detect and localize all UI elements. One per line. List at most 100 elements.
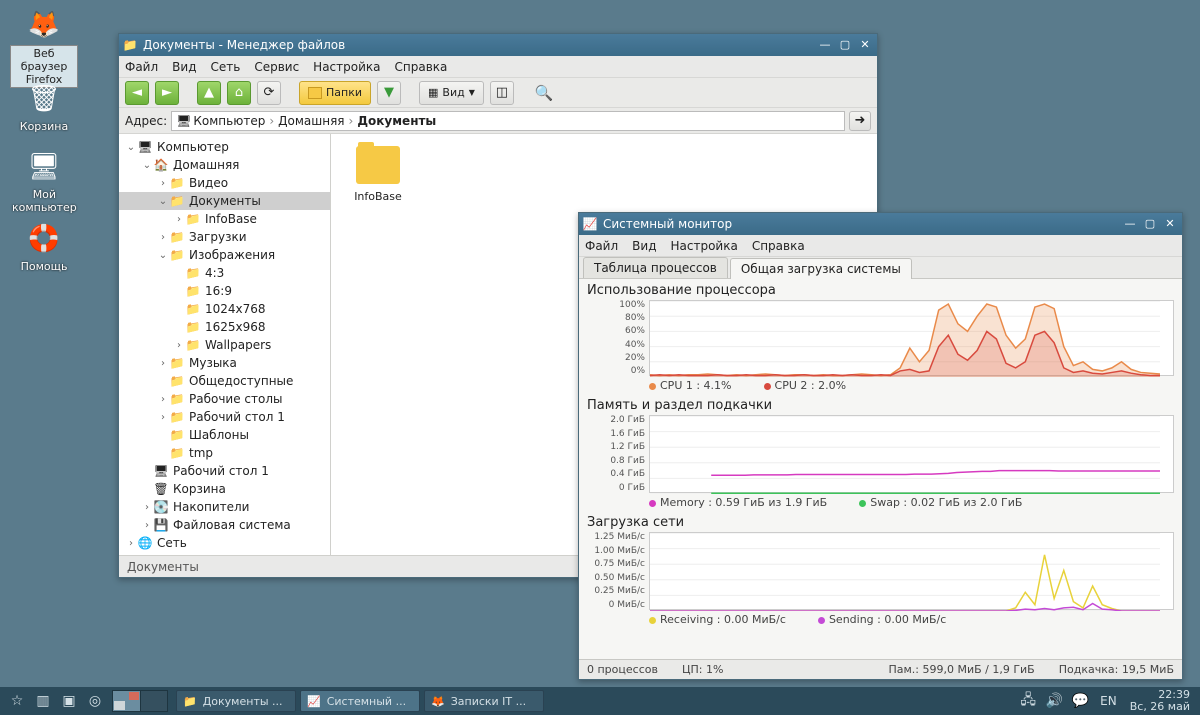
- firefox-icon: 🦊: [27, 8, 61, 42]
- tree-twisty[interactable]: ›: [141, 520, 153, 531]
- menu-Файл[interactable]: Файл: [585, 239, 618, 253]
- tree-twisty[interactable]: ›: [157, 394, 169, 405]
- forward-button[interactable]: ►: [155, 81, 179, 105]
- desktop-icon-firefox[interactable]: 🦊Веб браузерFirefox: [10, 8, 78, 88]
- tree-twisty[interactable]: ›: [141, 502, 153, 513]
- tab-0[interactable]: Таблица процессов: [583, 257, 728, 278]
- tree-item[interactable]: 📁tmp: [119, 444, 330, 462]
- menu-Вид[interactable]: Вид: [632, 239, 656, 253]
- tree-label: Документы: [189, 194, 261, 208]
- keyboard-layout[interactable]: EN: [1093, 690, 1124, 712]
- reload-button[interactable]: ⟳: [257, 81, 281, 105]
- back-button[interactable]: ◄: [125, 81, 149, 105]
- tree-item[interactable]: ›📁Загрузки: [119, 228, 330, 246]
- address-label: Адрес:: [125, 114, 167, 128]
- tree-item[interactable]: ›📁InfoBase: [119, 210, 330, 228]
- folder-icon: 📁: [169, 176, 185, 190]
- app-launcher[interactable]: ◎: [82, 690, 108, 712]
- home-button[interactable]: ⌂: [227, 81, 251, 105]
- status-processes: 0 процессов: [587, 663, 658, 676]
- filter-button[interactable]: ▼: [377, 81, 401, 105]
- tree-item[interactable]: ›💽Накопители: [119, 498, 330, 516]
- clock[interactable]: 22:39 Вс, 26 май: [1124, 689, 1196, 713]
- tree-item[interactable]: 📁Общедоступные: [119, 372, 330, 390]
- minimize-button[interactable]: —: [1122, 217, 1138, 231]
- tree-twisty[interactable]: ›: [173, 340, 185, 351]
- tree-item[interactable]: 📁Шаблоны: [119, 426, 330, 444]
- split-view-button[interactable]: ◫: [490, 81, 514, 105]
- volume-tray-icon[interactable]: 🔊: [1041, 690, 1067, 712]
- tree-twisty[interactable]: ›: [157, 358, 169, 369]
- fm-titlebar[interactable]: 📁 Документы - Менеджер файлов — ▢ ✕: [119, 34, 877, 56]
- close-button[interactable]: ✕: [857, 38, 873, 52]
- folder-item[interactable]: InfoBase: [343, 146, 413, 203]
- tree-item[interactable]: ›📁Рабочий стол 1: [119, 408, 330, 426]
- desktop-icon-help[interactable]: 🛟Помощь: [10, 222, 78, 274]
- task-fm[interactable]: 📁Документы ...: [176, 690, 296, 712]
- menu-Настройка[interactable]: Настройка: [670, 239, 737, 253]
- fm-menubar: Файл Вид Сеть Сервис Настройка Справка: [119, 56, 877, 78]
- tree-item[interactable]: 📁1024x768: [119, 300, 330, 318]
- notification-tray-icon[interactable]: 💬: [1067, 690, 1093, 712]
- menu-Справка[interactable]: Справка: [752, 239, 805, 253]
- tree-item[interactable]: ›📁Видео: [119, 174, 330, 192]
- up-button[interactable]: ▲: [197, 81, 221, 105]
- tree-twisty[interactable]: ⌄: [125, 142, 137, 153]
- legend-entry: CPU 1 : 4.1%: [649, 379, 732, 392]
- menu-Вид[interactable]: Вид: [172, 60, 196, 74]
- maximize-button[interactable]: ▢: [1142, 217, 1158, 231]
- tree-item[interactable]: ⌄🖥Компьютер: [119, 138, 330, 156]
- tree-item[interactable]: ⌄🏠Домашняя: [119, 156, 330, 174]
- menu-Настройка[interactable]: Настройка: [313, 60, 380, 74]
- breadcrumb-1[interactable]: Домашняя: [278, 114, 344, 128]
- tree-item[interactable]: ›💾Файловая система: [119, 516, 330, 534]
- tree-item[interactable]: ›📁Рабочие столы: [119, 390, 330, 408]
- tree-twisty[interactable]: ›: [125, 538, 137, 549]
- tree-twisty[interactable]: ⌄: [157, 196, 169, 207]
- menu-button[interactable]: ☆: [4, 690, 30, 712]
- close-button[interactable]: ✕: [1162, 217, 1178, 231]
- tree-twisty[interactable]: ⌄: [157, 250, 169, 261]
- menu-Справка[interactable]: Справка: [395, 60, 448, 74]
- tree-twisty[interactable]: ›: [157, 178, 169, 189]
- tree-twisty[interactable]: ›: [157, 232, 169, 243]
- breadcrumb-0[interactable]: Компьютер: [193, 114, 265, 128]
- tree-item[interactable]: 🖥Рабочий стол 1: [119, 462, 330, 480]
- menu-Файл[interactable]: Файл: [125, 60, 158, 74]
- folder-icon: 📁: [169, 392, 185, 406]
- tab-1[interactable]: Общая загрузка системы: [730, 258, 912, 279]
- breadcrumb-2[interactable]: Документы: [357, 114, 436, 128]
- terminal-launcher[interactable]: ▣: [56, 690, 82, 712]
- sm-titlebar[interactable]: 📈 Системный монитор — ▢ ✕: [579, 213, 1182, 235]
- tree-twisty[interactable]: ›: [173, 214, 185, 225]
- go-button[interactable]: ➜: [849, 111, 871, 131]
- tree-item[interactable]: 📁16:9: [119, 282, 330, 300]
- view-mode-button[interactable]: ▦ Вид ▼: [419, 81, 484, 105]
- tree-item[interactable]: 📁1625x968: [119, 318, 330, 336]
- show-desktop-button[interactable]: ▥: [30, 690, 56, 712]
- address-field[interactable]: 🖥Компьютер›Домашняя›Документы: [171, 111, 845, 131]
- tree-item[interactable]: ›📁Wallpapers: [119, 336, 330, 354]
- tree-item[interactable]: 📁4:3: [119, 264, 330, 282]
- desktop-icon-trash[interactable]: 🗑Корзина: [10, 82, 78, 134]
- menu-Сеть[interactable]: Сеть: [210, 60, 240, 74]
- tree-twisty[interactable]: ⌄: [141, 160, 153, 171]
- network-tray-icon[interactable]: 🖧: [1015, 690, 1041, 712]
- search-button[interactable]: 🔍: [532, 81, 556, 105]
- minimize-button[interactable]: —: [817, 38, 833, 52]
- tree-item[interactable]: 🗑Корзина: [119, 480, 330, 498]
- computer-icon: 🖥: [176, 114, 191, 128]
- tree-item[interactable]: ›📁Музыка: [119, 354, 330, 372]
- tree-item[interactable]: ⌄📁Документы: [119, 192, 330, 210]
- chart-title: Память и раздел подкачки: [587, 398, 1174, 413]
- task-sm[interactable]: 📈Системный ...: [300, 690, 420, 712]
- tree-twisty[interactable]: ›: [157, 412, 169, 423]
- desktop-icon-computer[interactable]: 🖥Мойкомпьютер: [10, 150, 78, 215]
- menu-Сервис[interactable]: Сервис: [254, 60, 299, 74]
- folders-panel-button[interactable]: Папки: [299, 81, 371, 105]
- tree-item[interactable]: ⌄📁Изображения: [119, 246, 330, 264]
- maximize-button[interactable]: ▢: [837, 38, 853, 52]
- task-ff[interactable]: 🦊Записки IT ...: [424, 690, 544, 712]
- tree-item[interactable]: ›🌐Сеть: [119, 534, 330, 552]
- workspace-pager[interactable]: [112, 690, 168, 712]
